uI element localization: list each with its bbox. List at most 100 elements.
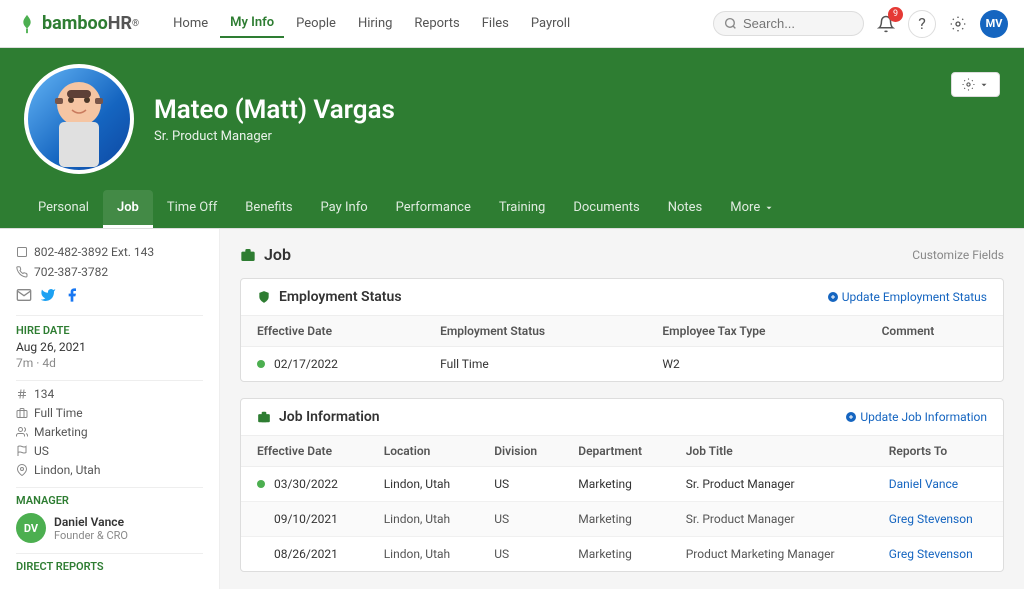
main-layout: 802-482-3892 Ext. 143 702-387-3782 Hire … xyxy=(0,229,1024,589)
top-nav: bamboo HR ® Home My Info People Hiring R… xyxy=(0,0,1024,48)
manager-role: Founder & CRO xyxy=(54,529,128,542)
plus-circle-icon xyxy=(827,291,839,303)
profile-header: Mateo (Matt) Vargas Sr. Product Manager xyxy=(0,48,1024,190)
nav-payroll[interactable]: Payroll xyxy=(521,10,580,37)
nav-files[interactable]: Files xyxy=(472,10,519,37)
profile-title: Sr. Product Manager xyxy=(154,129,1000,144)
customize-fields[interactable]: Customize Fields xyxy=(912,248,1004,262)
table-row: 08/26/2021 Lindon, Utah US Marketing Pro… xyxy=(241,537,1003,572)
sidebar: 802-482-3892 Ext. 143 702-387-3782 Hire … xyxy=(0,229,220,589)
tab-job[interactable]: Job xyxy=(103,190,153,228)
id-icon xyxy=(16,407,28,419)
job-information-section: Job Information Update Job Information E… xyxy=(240,398,1004,572)
building-icon xyxy=(16,246,28,258)
tab-timeoff[interactable]: Time Off xyxy=(153,190,231,228)
profile-avatar xyxy=(24,64,134,174)
help-icon[interactable]: ? xyxy=(908,10,936,38)
nav-myinfo[interactable]: My Info xyxy=(220,9,284,38)
jcol-reports: Reports To xyxy=(873,436,1003,467)
flag-icon xyxy=(16,445,28,457)
nav-right: 9 ? MV xyxy=(713,10,1008,38)
direct-reports-label: Direct Reports xyxy=(16,560,203,573)
status-dot-empty xyxy=(257,515,265,523)
nav-links: Home My Info People Hiring Reports Files… xyxy=(163,9,713,38)
logo-hr: HR xyxy=(108,13,132,34)
people-icon xyxy=(16,426,28,438)
bamboo-icon xyxy=(16,13,38,35)
status-dot-empty xyxy=(257,550,265,558)
sidebar-phone1: 802-482-3892 Ext. 143 xyxy=(16,245,203,259)
employment-status-section: Employment Status Update Employment Stat… xyxy=(240,278,1004,382)
gear-settings-button[interactable] xyxy=(951,72,1000,97)
search-box[interactable] xyxy=(713,11,864,36)
briefcase-icon-2 xyxy=(257,410,271,424)
emp-status-title: Employment Status xyxy=(257,289,402,305)
facebook-icon[interactable] xyxy=(64,287,80,303)
gear-icon xyxy=(962,78,975,91)
tab-notes[interactable]: Notes xyxy=(654,190,717,228)
hash-icon xyxy=(16,388,28,400)
manager-info: Daniel Vance Founder & CRO xyxy=(54,515,128,542)
profile-info: Mateo (Matt) Vargas Sr. Product Manager xyxy=(154,95,1000,144)
tab-more[interactable]: More xyxy=(716,190,788,228)
chevron-down-icon xyxy=(764,203,774,213)
update-job-information[interactable]: Update Job Information xyxy=(845,410,987,424)
profile-name: Mateo (Matt) Vargas xyxy=(154,95,1000,125)
tab-payinfo[interactable]: Pay Info xyxy=(307,190,382,228)
table-row: 03/30/2022 Lindon, Utah US Marketing Sr.… xyxy=(241,467,1003,502)
manager-avatar: DV xyxy=(16,513,46,543)
hire-date: Aug 26, 2021 xyxy=(16,340,203,354)
jcol-date: Effective Date xyxy=(241,436,368,467)
jcol-title: Job Title xyxy=(670,436,873,467)
briefcase-icon xyxy=(240,247,256,263)
sidebar-phone2: 702-387-3782 xyxy=(16,265,203,279)
status-dot xyxy=(257,360,265,368)
email-icon[interactable] xyxy=(16,287,32,303)
location-icon xyxy=(16,464,28,476)
nav-reports[interactable]: Reports xyxy=(404,10,469,37)
settings-icon[interactable] xyxy=(944,10,972,38)
tenure: 7m · 4d xyxy=(16,356,203,370)
tab-training[interactable]: Training xyxy=(485,190,559,228)
nav-hiring[interactable]: Hiring xyxy=(348,10,402,37)
search-input[interactable] xyxy=(743,16,853,31)
nav-home[interactable]: Home xyxy=(163,10,218,37)
job-section-header: Job Customize Fields xyxy=(240,245,1004,264)
tabs-bar: Personal Job Time Off Benefits Pay Info … xyxy=(0,190,1024,229)
table-row: 02/17/2022 Full Time W2 xyxy=(241,347,1003,382)
shield-icon xyxy=(257,290,271,304)
manager-label: Manager xyxy=(16,494,203,507)
manager-row: DV Daniel Vance Founder & CRO xyxy=(16,513,203,543)
tab-performance[interactable]: Performance xyxy=(382,190,485,228)
plus-circle-icon-2 xyxy=(845,411,857,423)
twitter-icon[interactable] xyxy=(40,287,56,303)
phone-icon xyxy=(16,266,28,278)
notification-bell[interactable]: 9 xyxy=(872,10,900,38)
user-avatar-nav[interactable]: MV xyxy=(980,10,1008,38)
manager-name: Daniel Vance xyxy=(54,515,128,529)
tab-personal[interactable]: Personal xyxy=(24,190,103,228)
job-title: Job xyxy=(240,245,291,264)
job-info-title: Job Information xyxy=(257,409,380,425)
col-comment: Comment xyxy=(866,316,1003,347)
status-dot xyxy=(257,480,265,488)
notification-badge: 9 xyxy=(888,7,903,22)
nav-people[interactable]: People xyxy=(286,10,346,37)
col-effective-date: Effective Date xyxy=(241,316,424,347)
chevron-down-icon xyxy=(979,80,989,90)
search-icon xyxy=(724,17,737,30)
table-row: 09/10/2021 Lindon, Utah US Marketing Sr.… xyxy=(241,502,1003,537)
logo[interactable]: bamboo HR ® xyxy=(16,13,139,35)
content-area: Job Customize Fields Employment Status U… xyxy=(220,229,1024,589)
col-employment-status: Employment Status xyxy=(424,316,646,347)
jcol-division: Division xyxy=(478,436,562,467)
tab-benefits[interactable]: Benefits xyxy=(231,190,306,228)
hire-date-label: Hire Date xyxy=(16,324,203,337)
tab-documents[interactable]: Documents xyxy=(559,190,653,228)
logo-bamboo: bamboo xyxy=(42,13,108,34)
jcol-location: Location xyxy=(368,436,479,467)
profile-photo xyxy=(39,72,119,167)
jcol-dept: Department xyxy=(562,436,669,467)
logo-reg: ® xyxy=(132,19,139,29)
update-employment-status[interactable]: Update Employment Status xyxy=(827,290,987,304)
